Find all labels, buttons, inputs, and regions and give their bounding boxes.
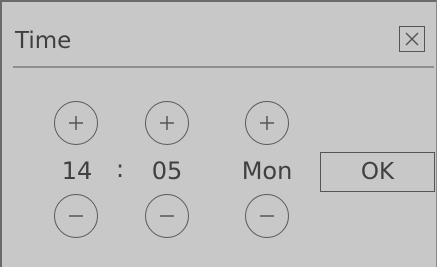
time-separator: : xyxy=(115,155,125,183)
hour-value: 14 xyxy=(61,157,93,185)
plus-icon xyxy=(160,116,174,130)
hour-increment-button[interactable] xyxy=(54,101,98,145)
close-icon xyxy=(405,32,419,46)
day-decrement-button[interactable] xyxy=(245,194,289,238)
time-dialog: Time 14 : 05 Mon OK xyxy=(0,0,437,267)
day-increment-button[interactable] xyxy=(245,101,289,145)
close-button[interactable] xyxy=(399,26,425,52)
minus-icon xyxy=(260,215,274,217)
dialog-title: Time xyxy=(15,28,72,54)
hour-decrement-button[interactable] xyxy=(54,194,98,238)
plus-icon xyxy=(69,116,83,130)
minute-value: 05 xyxy=(151,157,183,185)
plus-icon xyxy=(260,116,274,130)
ok-button[interactable]: OK xyxy=(320,152,435,192)
title-divider xyxy=(13,66,434,68)
day-value: Mon xyxy=(241,157,293,185)
minus-icon xyxy=(160,215,174,217)
minute-decrement-button[interactable] xyxy=(145,194,189,238)
minute-increment-button[interactable] xyxy=(145,101,189,145)
minus-icon xyxy=(69,215,83,217)
